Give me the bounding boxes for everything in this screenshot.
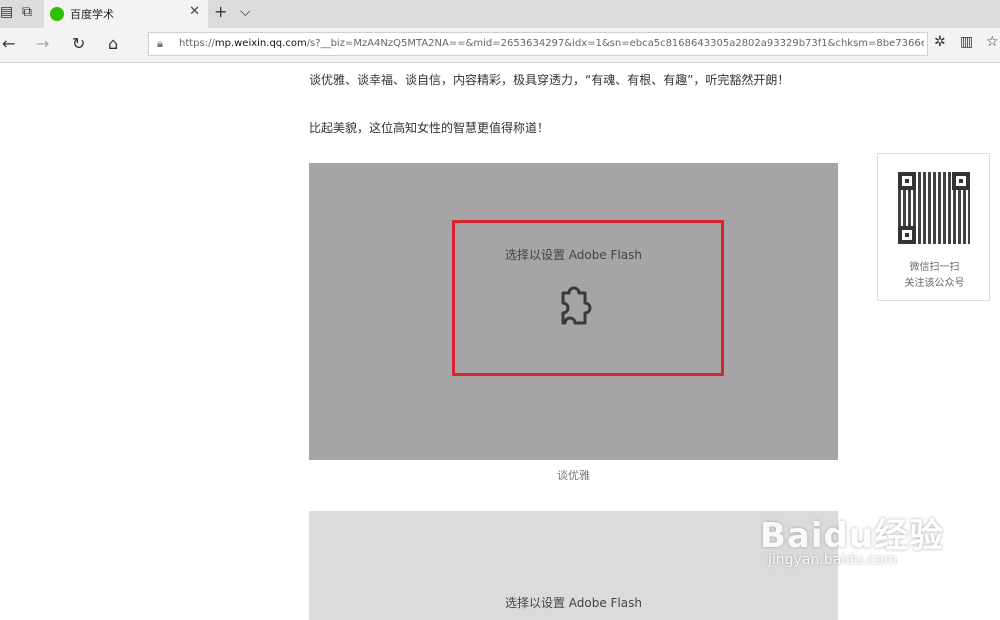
highlight-box [452, 220, 724, 376]
flash-prompt-2: 选择以设置 Adobe Flash [504, 596, 643, 610]
wechat-icon [50, 7, 64, 21]
tab-menu-chevron-down-icon[interactable]: ⌵ [240, 4, 251, 20]
qr-caption-line-2: 关注该公众号 [904, 278, 965, 289]
flash-placeholder-2[interactable]: 选择以设置 Adobe Flash [309, 511, 838, 620]
address-bar[interactable]: 🔒︎ https://mp.weixin.qq.com/s?__biz=MzA4… [148, 32, 928, 56]
tab-title: 百度学术 [70, 8, 114, 21]
flash-caption-1: 谈优雅 [557, 469, 590, 482]
extensions-icon[interactable]: ✲ [934, 34, 946, 50]
article-paragraph-1: 谈优雅、谈幸福、谈自信，内容精彩，极具穿透力，“有魂、有根、有趣”，听完豁然开朗… [309, 73, 790, 87]
qr-code-card: 微信扫一扫 关注该公众号 [877, 153, 990, 301]
article-paragraph-2: 比起美貌，这位高知女性的智慧更值得称道！ [309, 121, 550, 135]
set-aside-tabs-icon[interactable]: ⧉ [22, 4, 32, 20]
refresh-icon[interactable]: ↻ [72, 34, 85, 53]
tab-bar: ▤ ⧉ 百度学术 ✕ + ⌵ [0, 0, 1000, 28]
tab-close-icon[interactable]: ✕ [189, 4, 200, 19]
navigation-bar: ← → ↻ ⌂ 🔒︎ https://mp.weixin.qq.com/s?__… [0, 28, 1000, 63]
reading-view-icon[interactable]: ▥ [960, 34, 973, 50]
home-icon[interactable]: ⌂ [108, 34, 118, 53]
qr-caption-line-1: 微信扫一扫 [909, 262, 960, 273]
qr-code [898, 172, 970, 244]
url-text: https://mp.weixin.qq.com/s?__biz=MzA4NzQ… [179, 38, 924, 49]
watermark-sub: jingyan.baidu.com [768, 552, 898, 568]
baidu-jingyan-watermark-logo: Baidu经验 jingyan.baidu.com [760, 508, 945, 568]
tab-preview-icon[interactable]: ▤ [0, 4, 13, 20]
favorite-star-icon[interactable]: ☆ [986, 34, 999, 50]
back-icon[interactable]: ← [2, 34, 15, 53]
forward-icon[interactable]: → [36, 34, 49, 53]
new-tab-button[interactable]: + [214, 2, 227, 21]
watermark-main: Baidu经验 [760, 516, 945, 556]
lock-icon: 🔒︎ [157, 37, 163, 50]
tab-active[interactable]: 百度学术 ✕ [44, 0, 208, 28]
